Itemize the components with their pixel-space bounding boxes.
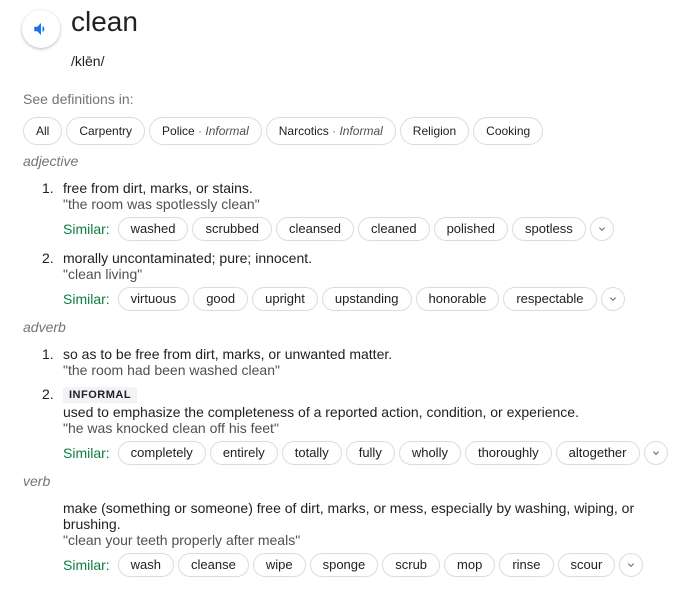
- sense-example: "the room was spotlessly clean": [63, 196, 260, 212]
- chip-narcotics[interactable]: Narcotics · Informal: [265, 117, 396, 145]
- speaker-icon: [34, 23, 45, 35]
- synonym-chip[interactable]: polished: [433, 217, 508, 241]
- sense-definition: make (something or someone) free of dirt…: [63, 500, 635, 516]
- sense-definition: so as to be free from dirt, marks, or un…: [63, 346, 393, 362]
- similar-row: Similar: washed scrubbed cleansed cleane…: [63, 217, 614, 241]
- synonym-chip[interactable]: fully: [345, 441, 395, 465]
- chip-religion[interactable]: Religion: [399, 117, 470, 145]
- sense-example: "clean living": [63, 266, 143, 282]
- similar-label: Similar:: [63, 557, 110, 573]
- synonym-chip[interactable]: scour: [557, 553, 616, 577]
- chip-police[interactable]: Police · Informal: [149, 117, 262, 145]
- expand-similar-button[interactable]: [643, 441, 668, 465]
- synonym-chip[interactable]: cleanse: [178, 553, 249, 577]
- synonym-chip[interactable]: scrub: [382, 553, 441, 577]
- synonym-chip[interactable]: thoroughly: [464, 441, 552, 465]
- sense-example: "the room had been washed clean": [63, 362, 280, 378]
- synonym-chip[interactable]: wash: [117, 553, 175, 577]
- pos-adjective: adjective: [23, 153, 79, 169]
- sense-number: 2.: [42, 250, 54, 266]
- synonym-chip[interactable]: virtuous: [117, 287, 190, 311]
- synonym-chip[interactable]: honorable: [415, 287, 500, 311]
- similar-label: Similar:: [63, 221, 110, 237]
- expand-similar-button[interactable]: [589, 217, 614, 241]
- register-tag: INFORMAL: [63, 387, 138, 403]
- synonym-chip[interactable]: altogether: [555, 441, 640, 465]
- synonym-chip[interactable]: cleansed: [275, 217, 355, 241]
- synonym-chip[interactable]: mop: [444, 553, 496, 577]
- sense-definition: used to emphasize the completeness of a …: [63, 404, 579, 420]
- chevron-down-icon: [628, 563, 635, 567]
- sense-example: "he was knocked clean off his feet": [63, 420, 279, 436]
- pos-verb: verb: [23, 473, 51, 489]
- synonym-chip[interactable]: completely: [117, 441, 206, 465]
- expand-similar-button[interactable]: [600, 287, 625, 311]
- sense-definition: morally uncontaminated; pure; innocent.: [63, 250, 313, 266]
- chevron-down-icon: [609, 297, 616, 301]
- chevron-down-icon: [598, 227, 605, 231]
- synonym-chip[interactable]: good: [193, 287, 249, 311]
- synonym-chip[interactable]: cleaned: [358, 217, 430, 241]
- sense-number: 1.: [42, 346, 54, 362]
- synonym-chip[interactable]: respectable: [503, 287, 597, 311]
- expand-similar-button[interactable]: [619, 553, 644, 577]
- synonym-chip[interactable]: wipe: [252, 553, 306, 577]
- sense-example: "clean your teeth properly after meals": [63, 532, 301, 548]
- similar-label: Similar:: [63, 445, 110, 461]
- synonym-chip[interactable]: entirely: [209, 441, 278, 465]
- synonym-chip[interactable]: sponge: [309, 553, 379, 577]
- sense-number: 2.: [42, 386, 54, 402]
- similar-label: Similar:: [63, 291, 110, 307]
- synonym-chip[interactable]: rinse: [499, 553, 554, 577]
- similar-row: Similar: virtuous good upright upstandin…: [63, 287, 625, 311]
- sense-definition: free from dirt, marks, or stains.: [63, 180, 253, 196]
- sense-definition-continued: brushing.: [63, 516, 121, 532]
- see-definitions-label: See definitions in:: [23, 91, 134, 107]
- synonym-chip[interactable]: spotless: [512, 217, 586, 241]
- synonym-chip[interactable]: wholly: [398, 441, 461, 465]
- chevron-down-icon: [652, 451, 659, 455]
- synonym-chip[interactable]: upright: [252, 287, 318, 311]
- chip-carpentry[interactable]: Carpentry: [66, 117, 146, 145]
- similar-row: Similar: wash cleanse wipe sponge scrub …: [63, 553, 644, 577]
- chip-cooking[interactable]: Cooking: [473, 117, 544, 145]
- filter-chips: All Carpentry Police · Informal Narcotic…: [23, 117, 544, 145]
- sense-number: 1.: [42, 180, 54, 196]
- synonym-chip[interactable]: totally: [281, 441, 342, 465]
- similar-row: Similar: completely entirely totally ful…: [63, 441, 668, 465]
- synonym-chip[interactable]: washed: [117, 217, 189, 241]
- synonym-chip[interactable]: scrubbed: [192, 217, 272, 241]
- pronounce-button[interactable]: [22, 10, 60, 48]
- phonetic: /klēn/: [71, 53, 105, 69]
- synonym-chip[interactable]: upstanding: [321, 287, 412, 311]
- pos-adverb: adverb: [23, 319, 66, 335]
- chip-all[interactable]: All: [23, 117, 63, 145]
- headword: clean: [71, 6, 138, 37]
